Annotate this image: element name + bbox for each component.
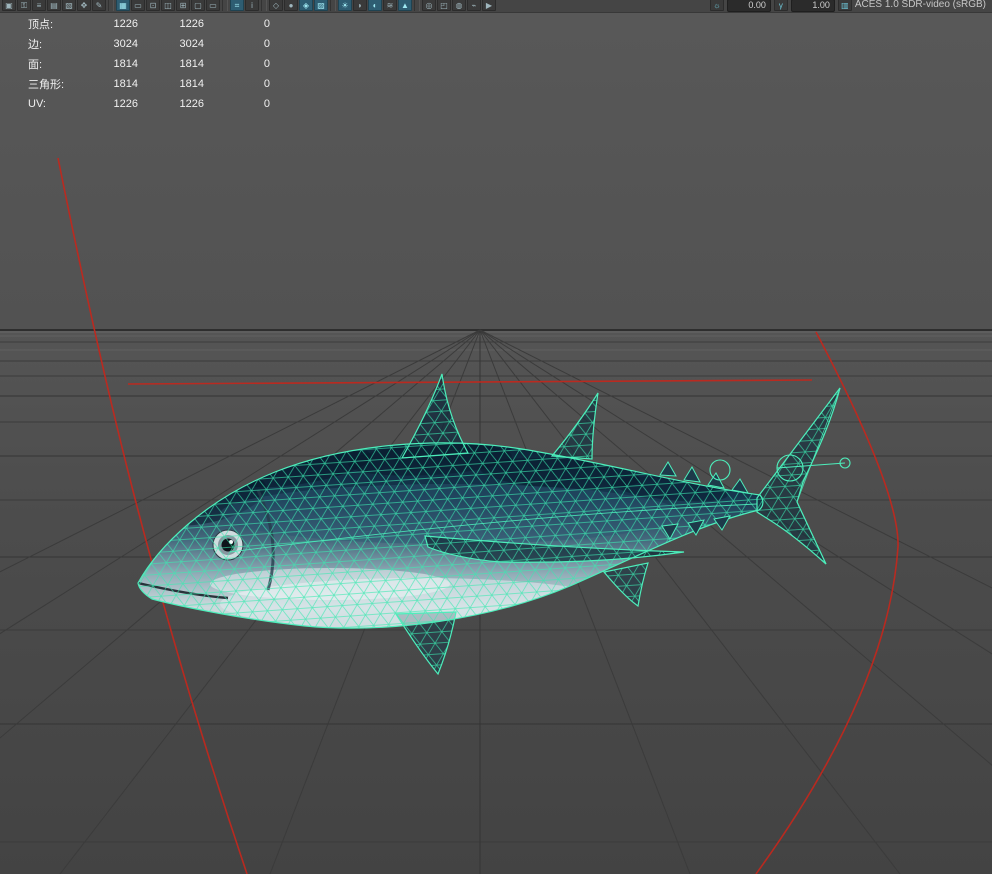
hud-value: 0 — [263, 98, 270, 110]
toolbar-separator — [108, 0, 114, 11]
hud-value: 1814 — [113, 78, 138, 90]
lock-camera-icon[interactable]: ⚿ — [17, 0, 31, 11]
view-transform-select[interactable]: ACES 1.0 SDR-video (sRGB) — [855, 0, 986, 11]
grease-pencil-icon[interactable]: ✎ — [92, 0, 106, 11]
field-chart-icon[interactable]: ⊞ — [176, 0, 190, 11]
toolbar-right-group: ☼ 0.00 γ 1.00 ▥ ACES 1.0 SDR-video (sRGB… — [709, 0, 990, 12]
hud-row-vertices: 顶点: 1226 1226 0 — [0, 14, 270, 34]
gamma-icon[interactable]: γ — [773, 0, 788, 11]
hud-label: UV: — [28, 98, 46, 110]
hud-row-uvs: UV: 1226 1226 0 — [0, 94, 270, 114]
xray-icon[interactable]: ◍ — [452, 0, 466, 11]
toolbar-separator — [261, 0, 267, 11]
wireframe-on-shaded-icon[interactable]: ◈ — [299, 0, 313, 11]
hud-value: 0 — [263, 18, 270, 30]
select-camera-icon[interactable]: ▣ — [2, 0, 16, 11]
hud-value: 1814 — [179, 78, 204, 90]
hud-value: 0 — [263, 38, 270, 50]
exposure-field[interactable]: 0.00 — [726, 0, 771, 12]
hud-value: 1814 — [113, 58, 138, 70]
resolution-gate-icon[interactable]: ⊡ — [146, 0, 160, 11]
hud-row-faces: 面: 1814 1814 0 — [0, 54, 270, 74]
wireframe-icon[interactable]: ◇ — [269, 0, 283, 11]
object-details-icon[interactable]: i — [245, 0, 259, 11]
viewport-toolbar: ▣ ⚿ ≡ ▤ ▧ ✥ ✎ ▦ ▭ ⊡ ◫ ⊞ ▢ ▭ ⌗ i ◇ ● ◈ ▨ ☀ ◗ ◐ ≋ ▲ ◎ ◰ ◍ ⌁ ▶ ☼ 0.00 γ … — [0, 0, 992, 13]
hud-label: 边: — [28, 39, 43, 51]
viewport-canvas[interactable] — [0, 12, 992, 874]
toolbar-separator — [330, 0, 336, 11]
safe-action-icon[interactable]: ▢ — [191, 0, 205, 11]
exposure-icon[interactable]: ☼ — [709, 0, 724, 11]
use-all-lights-icon[interactable]: ☀ — [338, 0, 352, 11]
safe-title-icon[interactable]: ▭ — [206, 0, 220, 11]
hud-value: 1226 — [113, 98, 138, 110]
hud-label: 顶点: — [28, 19, 54, 31]
textured-icon[interactable]: ▨ — [314, 0, 328, 11]
shaded-icon[interactable]: ● — [284, 0, 298, 11]
grid-icon[interactable]: ▦ — [116, 0, 130, 11]
screen-space-ao-icon[interactable]: ◐ — [368, 0, 382, 11]
toolbar-separator — [414, 0, 420, 11]
playblast-icon[interactable]: ▶ — [482, 0, 496, 11]
hud-value: 1226 — [179, 18, 204, 30]
anti-aliasing-icon[interactable]: ▲ — [398, 0, 412, 11]
2d-pan-zoom-icon[interactable]: ✥ — [77, 0, 91, 11]
joint-xray-icon[interactable]: ⌁ — [467, 0, 481, 11]
bookmarks-icon[interactable]: ▤ — [47, 0, 61, 11]
toolbar-separator — [222, 0, 228, 11]
shadows-icon[interactable]: ◗ — [353, 0, 367, 11]
poly-count-hud: 顶点: 1226 1226 0 边: 3024 3024 0 面: 1814 1… — [0, 14, 270, 114]
hud-row-edges: 边: 3024 3024 0 — [0, 34, 270, 54]
motion-blur-icon[interactable]: ≋ — [383, 0, 397, 11]
hud-value: 0 — [263, 78, 270, 90]
hud-value: 1814 — [179, 58, 204, 70]
camera-attributes-icon[interactable]: ≡ — [32, 0, 46, 11]
hud-value: 1226 — [113, 18, 138, 30]
image-plane-icon[interactable]: ▧ — [62, 0, 76, 11]
hud-icon[interactable]: ⌗ — [230, 0, 244, 11]
hud-label: 三角形: — [28, 79, 65, 91]
gamma-field[interactable]: 1.00 — [790, 0, 835, 12]
gate-mask-icon[interactable]: ◫ — [161, 0, 175, 11]
depth-of-field-icon[interactable]: ◎ — [422, 0, 436, 11]
view-transform-icon[interactable]: ▥ — [837, 0, 852, 11]
toolbar-icons: ▣ ⚿ ≡ ▤ ▧ ✥ ✎ ▦ ▭ ⊡ ◫ ⊞ ▢ ▭ ⌗ i ◇ ● ◈ ▨ ☀ ◗ ◐ ≋ ▲ ◎ ◰ ◍ ⌁ ▶ — [2, 0, 496, 11]
isolate-select-icon[interactable]: ◰ — [437, 0, 451, 11]
hud-value: 3024 — [179, 38, 204, 50]
hud-row-triangles: 三角形: 1814 1814 0 — [0, 74, 270, 94]
film-gate-icon[interactable]: ▭ — [131, 0, 145, 11]
hud-label: 面: — [28, 59, 43, 71]
hud-value: 3024 — [113, 38, 138, 50]
hud-value: 0 — [263, 58, 270, 70]
hud-value: 1226 — [179, 98, 204, 110]
